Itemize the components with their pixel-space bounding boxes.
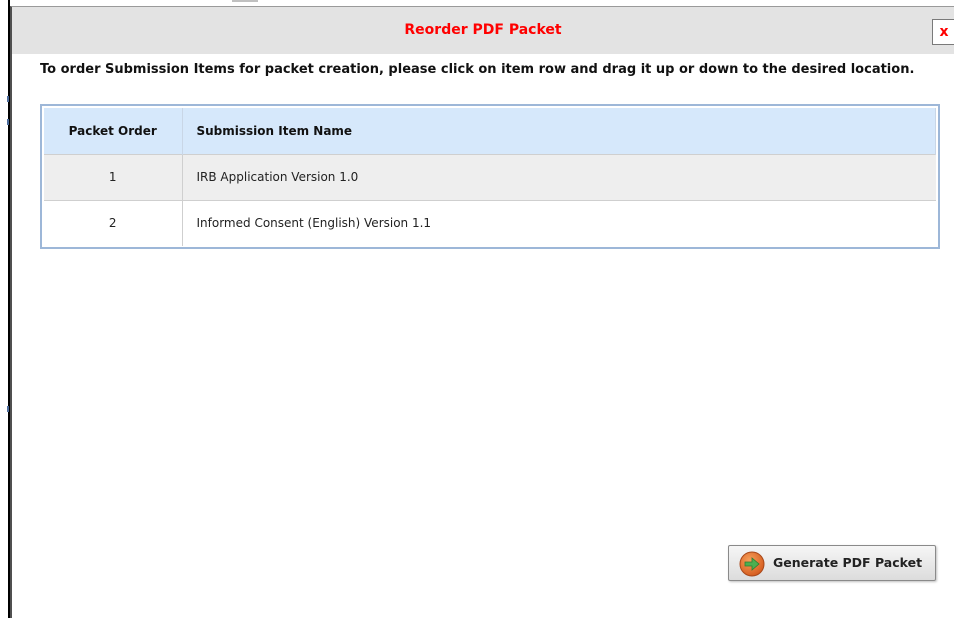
packet-order-cell: 2	[44, 199, 183, 246]
generate-button-label: Generate PDF Packet	[773, 555, 923, 570]
page-marker	[7, 96, 9, 102]
packet-grid: Packet Order Submission Item Name 1 IRB …	[40, 104, 940, 249]
arrow-right-circle-icon	[739, 551, 765, 577]
dialog-title: Reorder PDF Packet	[404, 22, 562, 38]
background-artifact	[232, 0, 258, 2]
item-name-cell: IRB Application Version 1.0	[182, 153, 936, 200]
table-row[interactable]: 1 IRB Application Version 1.0	[44, 153, 936, 200]
packet-table: Packet Order Submission Item Name 1 IRB …	[44, 108, 936, 246]
dialog-title-bar[interactable]: Reorder PDF Packet	[12, 7, 954, 54]
close-button[interactable]: x	[932, 19, 954, 45]
generate-pdf-packet-button[interactable]: Generate PDF Packet	[728, 545, 936, 581]
packet-order-cell: 1	[44, 153, 183, 200]
background-page-edge	[0, 0, 10, 618]
reorder-pdf-dialog: Reorder PDF Packet x To order Submission…	[10, 6, 954, 618]
item-name-cell: Informed Consent (English) Version 1.1	[182, 199, 936, 246]
table-row[interactable]: 2 Informed Consent (English) Version 1.1	[44, 199, 936, 246]
instructions-text: To order Submission Items for packet cre…	[40, 62, 915, 77]
column-header-item-name: Submission Item Name	[182, 108, 936, 154]
page-marker	[7, 406, 9, 412]
page-marker	[7, 119, 9, 125]
column-header-packet-order: Packet Order	[44, 108, 183, 154]
table-header-row: Packet Order Submission Item Name	[44, 108, 936, 154]
